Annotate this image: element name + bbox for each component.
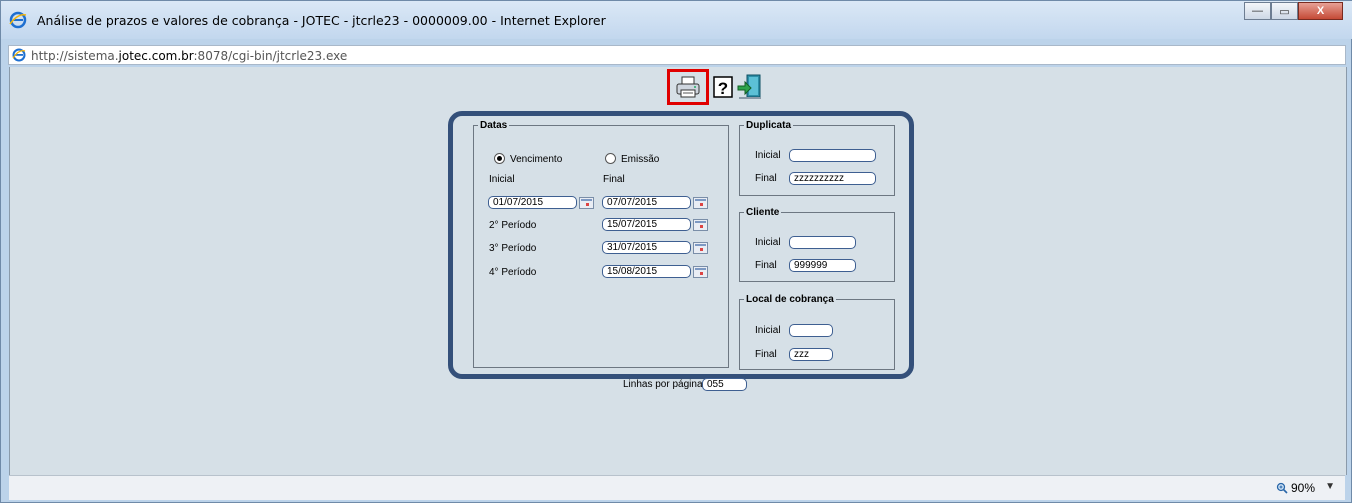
minimize-button[interactable]: — (1244, 2, 1271, 20)
duplicata-group: Duplicata Inicial Final zzzzzzzzzz (739, 120, 895, 196)
duplicata-inicial-input[interactable] (789, 149, 876, 162)
filter-panel: Datas Vencimento Emissão Inicial Final 0… (448, 111, 914, 379)
print-button[interactable] (667, 69, 709, 105)
duplicata-legend: Duplicata (746, 120, 792, 131)
datas-legend: Datas (480, 120, 508, 131)
title-bar: Análise de prazos e valores de cobrança … (1, 1, 1352, 39)
periodo3-label: 3° Período (489, 243, 537, 254)
calendar-icon[interactable] (693, 197, 708, 209)
duplicata-inicial-label: Inicial (755, 150, 781, 161)
internet-explorer-icon (12, 48, 26, 62)
linhas-label: Linhas por página: (623, 379, 706, 390)
duplicata-final-input[interactable]: zzzzzzzzzz (789, 172, 876, 185)
window-title: Análise de prazos e valores de cobrança … (37, 13, 606, 28)
periodo4-label: 4° Período (489, 267, 537, 278)
zoom-dropdown-icon[interactable]: ▼ (1325, 481, 1335, 492)
periodo2-input[interactable]: 15/07/2015 (602, 218, 691, 231)
cliente-final-label: Final (755, 260, 777, 271)
form-toolbar: ? (667, 69, 777, 105)
svg-text:?: ? (718, 79, 728, 98)
exit-icon (737, 74, 761, 99)
periodo2-label: 2° Período (489, 220, 537, 231)
cliente-legend: Cliente (746, 207, 780, 218)
calendar-icon[interactable] (579, 197, 594, 209)
help-button[interactable]: ? (712, 75, 734, 99)
final-column-label: Final (603, 174, 625, 185)
local-inicial-input[interactable] (789, 324, 833, 337)
url-text: http://sistema.jotec.com.br:8078/cgi-bin… (31, 49, 348, 63)
zoom-level[interactable]: 90% (1276, 481, 1315, 495)
cliente-inicial-label: Inicial (755, 237, 781, 248)
local-inicial-label: Inicial (755, 325, 781, 336)
local-cobranca-legend: Local de cobrança (746, 294, 834, 305)
zoom-value: 90% (1290, 481, 1315, 495)
data-final-input[interactable]: 07/07/2015 (602, 196, 691, 209)
calendar-icon[interactable] (693, 266, 708, 278)
periodo3-input[interactable]: 31/07/2015 (602, 241, 691, 254)
vencimento-radio[interactable] (494, 153, 505, 164)
inicial-column-label: Inicial (489, 174, 515, 185)
maximize-button[interactable]: ▭ (1271, 2, 1298, 20)
help-icon: ? (713, 76, 733, 98)
cliente-inicial-input[interactable] (789, 236, 856, 249)
cliente-group: Cliente Inicial Final 999999 (739, 207, 895, 282)
calendar-icon[interactable] (693, 242, 708, 254)
periodo4-input[interactable]: 15/08/2015 (602, 265, 691, 278)
cliente-final-input[interactable]: 999999 (789, 259, 856, 272)
vencimento-label: Vencimento (510, 154, 563, 165)
local-final-label: Final (755, 349, 777, 360)
duplicata-final-label: Final (755, 173, 777, 184)
printer-icon (676, 76, 700, 98)
zoom-icon (1276, 482, 1288, 494)
browser-window: Análise de prazos e valores de cobrança … (0, 0, 1352, 503)
exit-button[interactable] (737, 73, 763, 101)
linhas-input[interactable]: 055 (702, 378, 747, 391)
local-final-input[interactable]: zzz (789, 348, 833, 361)
datas-group: Datas Vencimento Emissão Inicial Final 0… (473, 120, 729, 368)
address-bar[interactable]: http://sistema.jotec.com.br:8078/cgi-bin… (8, 45, 1346, 65)
emissao-label: Emissão (621, 154, 660, 165)
internet-explorer-icon (9, 11, 27, 29)
calendar-icon[interactable] (693, 219, 708, 231)
emissao-radio[interactable] (605, 153, 616, 164)
data-inicial-input[interactable]: 01/07/2015 (488, 196, 577, 209)
status-bar: 90% ▼ (9, 475, 1345, 500)
local-cobranca-group: Local de cobrança Inicial Final zzz (739, 294, 895, 370)
close-button[interactable]: X (1298, 2, 1343, 20)
window-controls: — ▭ X (1244, 2, 1343, 20)
